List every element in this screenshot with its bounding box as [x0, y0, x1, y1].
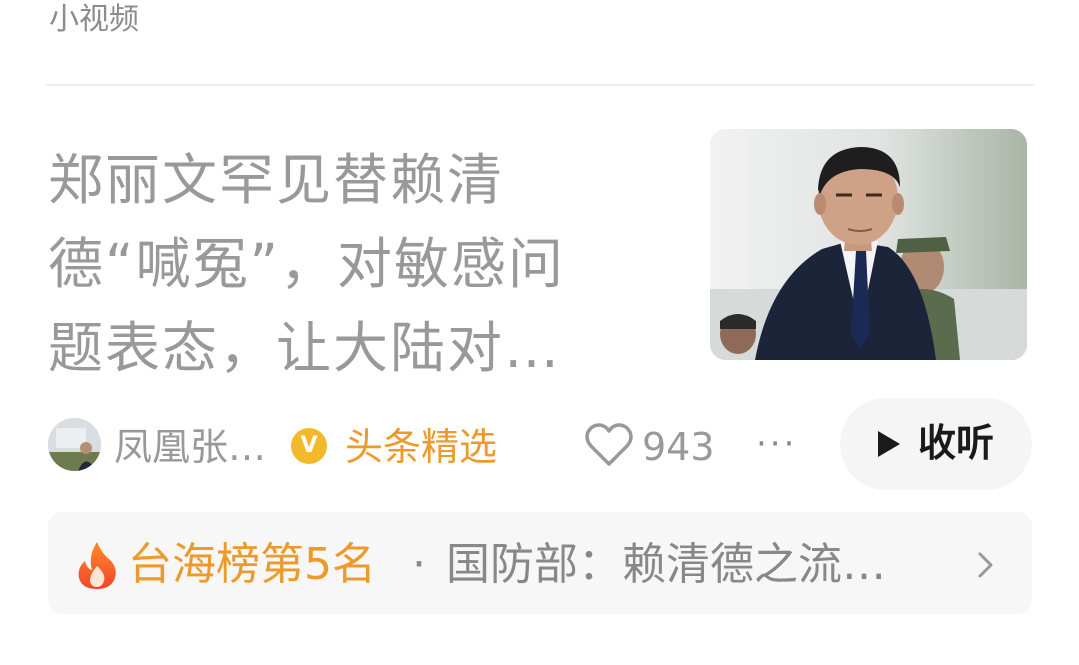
play-icon — [878, 431, 900, 457]
separator-dot: · — [412, 539, 426, 590]
author-name[interactable]: 凤凰张… — [114, 424, 266, 470]
headline-line-3: 题表态，让大陆对… — [48, 316, 562, 380]
fire-icon — [78, 542, 116, 589]
verified-icon: V — [291, 428, 327, 464]
headline-line-2: 德“喊冤”，对敏感问 — [48, 232, 565, 296]
thumbnail-photo — [710, 129, 1027, 360]
hot-topic-title: 国防部：赖清德之流… — [446, 539, 886, 590]
like-count: 943 — [642, 425, 715, 469]
avatar-image — [48, 418, 101, 471]
more-icon[interactable]: ··· — [756, 424, 797, 464]
rank-label: 台海榜第5名 — [128, 539, 376, 590]
heart-icon[interactable] — [584, 422, 634, 468]
hot-topic-bar[interactable]: 台海榜第5名 · 国防部：赖清德之流… — [48, 512, 1032, 614]
article-meta-row: 凤凰张… V 头条精选 943 ··· 收听 — [48, 398, 1038, 490]
divider — [46, 84, 1034, 86]
article-thumbnail[interactable] — [710, 129, 1027, 360]
channel-label[interactable]: 头条精选 — [345, 424, 497, 470]
listen-button[interactable]: 收听 — [840, 398, 1032, 490]
section-label: 小视频 — [49, 2, 139, 37]
headline-line-1: 郑丽文罕见替赖清 — [48, 148, 505, 212]
chevron-right-icon — [978, 552, 993, 578]
article-headline[interactable]: 郑丽文罕见替赖清 德“喊冤”，对敏感问 题表态，让大陆对… — [48, 138, 668, 390]
author-avatar[interactable] — [48, 418, 101, 471]
listen-label: 收听 — [918, 421, 995, 465]
